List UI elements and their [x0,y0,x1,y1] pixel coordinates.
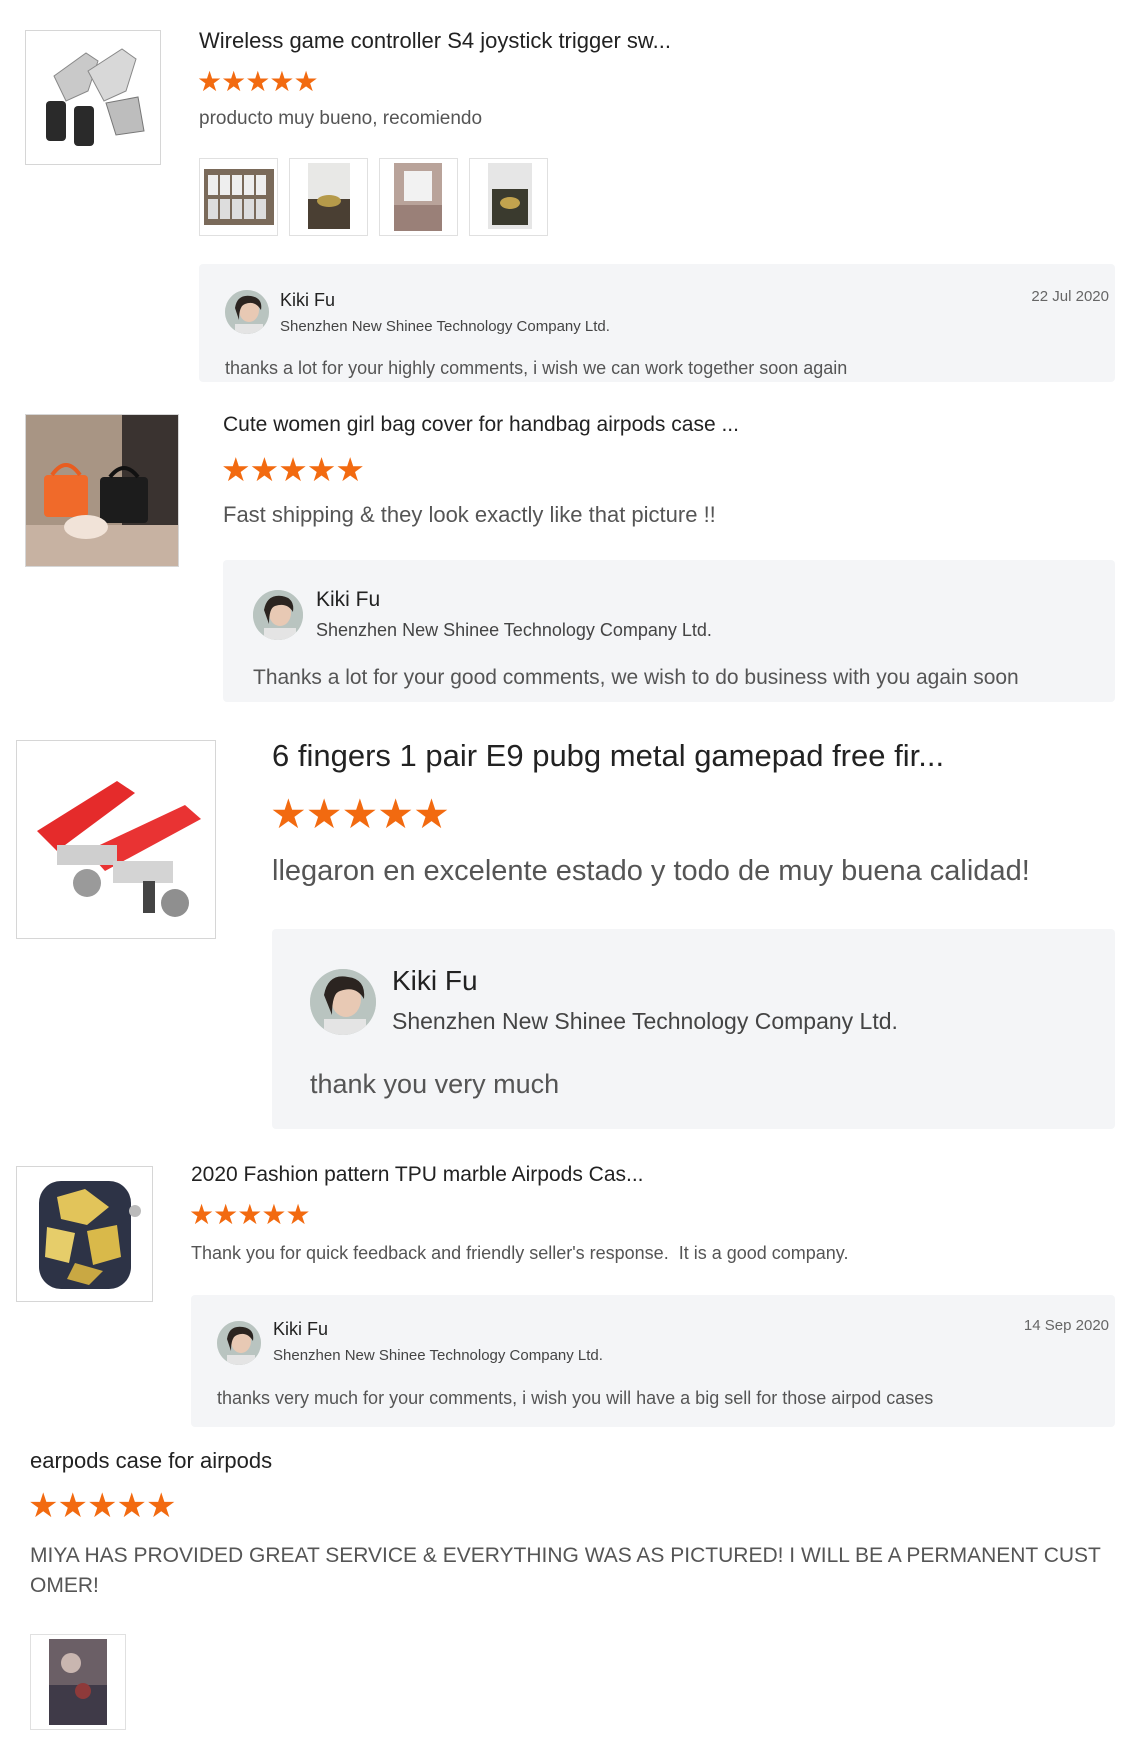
star-icon: ★ [261,1199,286,1230]
person-icon [253,590,303,640]
product-title[interactable]: 6 fingers 1 pair E9 pubg metal gamepad f… [272,738,972,774]
reply-date: 14 Sep 2020 [1023,1317,1109,1334]
star-icon: ★ [189,1199,214,1230]
product-thumbnail[interactable] [25,30,161,165]
product-thumbnail[interactable] [16,740,216,939]
star-icon: ★ [213,1199,238,1230]
reply-author-name: Kiki Fu [392,965,478,996]
review-photo[interactable] [30,1634,126,1730]
gold-trigger-photo-icon [308,163,350,229]
star-icon: ★ [377,791,414,837]
reply-company: Shenzhen New Shinee Technology Company L… [280,318,610,335]
pink-box-photo-icon [394,163,442,231]
handbag-case-icon [26,415,178,566]
rating-stars: ★ ★ ★ ★ ★ [28,1487,177,1525]
star-icon: ★ [197,66,222,97]
seller-reply: Kiki Fu Shenzhen New Shinee Technology C… [272,929,1115,1129]
person-icon [225,290,269,334]
avatar [217,1321,261,1365]
rating-stars: ★ ★ ★ ★ ★ [197,66,319,97]
star-icon: ★ [221,451,251,488]
review-comment: Fast shipping & they look exactly like t… [223,502,716,527]
gamepad-trigger-icon [46,48,145,146]
marble-airpods-case-icon [39,1181,141,1289]
star-icon: ★ [28,1487,59,1525]
person-icon [217,1321,261,1365]
star-icon: ★ [306,451,337,488]
review-comment: producto muy bueno, recomiendo [199,108,483,129]
reply-text: thanks a lot for your highly comments, i… [225,358,848,378]
star-icon: ★ [249,451,280,488]
product-title[interactable]: Wireless game controller S4 joystick tri… [199,28,699,54]
avatar [310,969,376,1035]
person-icon [310,969,376,1035]
reply-text: thank you very much [310,1069,560,1099]
reply-text: Thanks a lot for your good comments, we … [253,666,1019,689]
reply-author-name: Kiki Fu [316,588,381,611]
star-icon: ★ [285,1199,310,1230]
reply-date: 22 Jul 2020 [1031,288,1109,305]
review-comment: Thank you for quick feedback and friendl… [191,1243,849,1263]
avatar [225,290,269,334]
reply-company: Shenzhen New Shinee Technology Company L… [316,620,712,640]
star-icon: ★ [293,66,318,97]
seller-reply: Kiki Fu Shenzhen New Shinee Technology C… [223,560,1115,702]
star-icon: ★ [245,66,270,97]
gamepad-trigger-icon [37,781,201,917]
star-icon: ★ [278,451,308,488]
star-icon: ★ [413,791,450,837]
case-photo-icon [49,1639,107,1725]
star-icon: ★ [221,66,246,97]
reply-author-name: Kiki Fu [273,1319,329,1339]
star-icon: ★ [237,1199,262,1230]
star-icon: ★ [269,66,294,97]
star-icon: ★ [335,451,365,488]
rating-stars: ★ ★ ★ ★ ★ [221,451,365,488]
boxes-photo-icon [204,169,274,225]
review-comment-line: OMER! [30,1574,99,1597]
rating-stars: ★ ★ ★ ★ ★ [270,791,450,837]
review-comment: llegaron en excelente estado y todo de m… [272,855,1030,887]
reply-text: thanks very much for your comments, i wi… [217,1388,934,1408]
star-icon: ★ [116,1487,147,1525]
reply-author-name: Kiki Fu [280,290,336,310]
seller-reply: Kiki Fu Shenzhen New Shinee Technology C… [191,1295,1115,1427]
star-icon: ★ [270,791,307,837]
product-title[interactable]: 2020 Fashion pattern TPU marble Airpods … [191,1163,751,1187]
review-photo[interactable] [199,158,278,236]
product-title[interactable]: earpods case for airpods [30,1448,630,1474]
star-icon: ★ [305,791,343,837]
star-icon: ★ [57,1487,88,1525]
rating-stars: ★ ★ ★ ★ ★ [189,1199,311,1230]
product-thumbnail[interactable] [25,414,179,567]
review-photo[interactable] [469,158,548,236]
product-title[interactable]: Cute women girl bag cover for handbag ai… [223,413,783,437]
review-photo[interactable] [289,158,368,236]
star-icon: ★ [86,1487,118,1525]
seller-reply: Kiki Fu Shenzhen New Shinee Technology C… [199,264,1115,382]
reply-company: Shenzhen New Shinee Technology Company L… [392,1008,898,1034]
review-photo[interactable] [379,158,458,236]
review-comment-line: MIYA HAS PROVIDED GREAT SERVICE & EVERYT… [30,1544,1101,1567]
product-thumbnail[interactable] [16,1166,153,1302]
reply-company: Shenzhen New Shinee Technology Company L… [273,1347,603,1364]
gold-trigger-box-photo-icon [488,163,532,229]
avatar [253,590,303,640]
star-icon: ★ [145,1487,177,1525]
star-icon: ★ [341,791,379,837]
